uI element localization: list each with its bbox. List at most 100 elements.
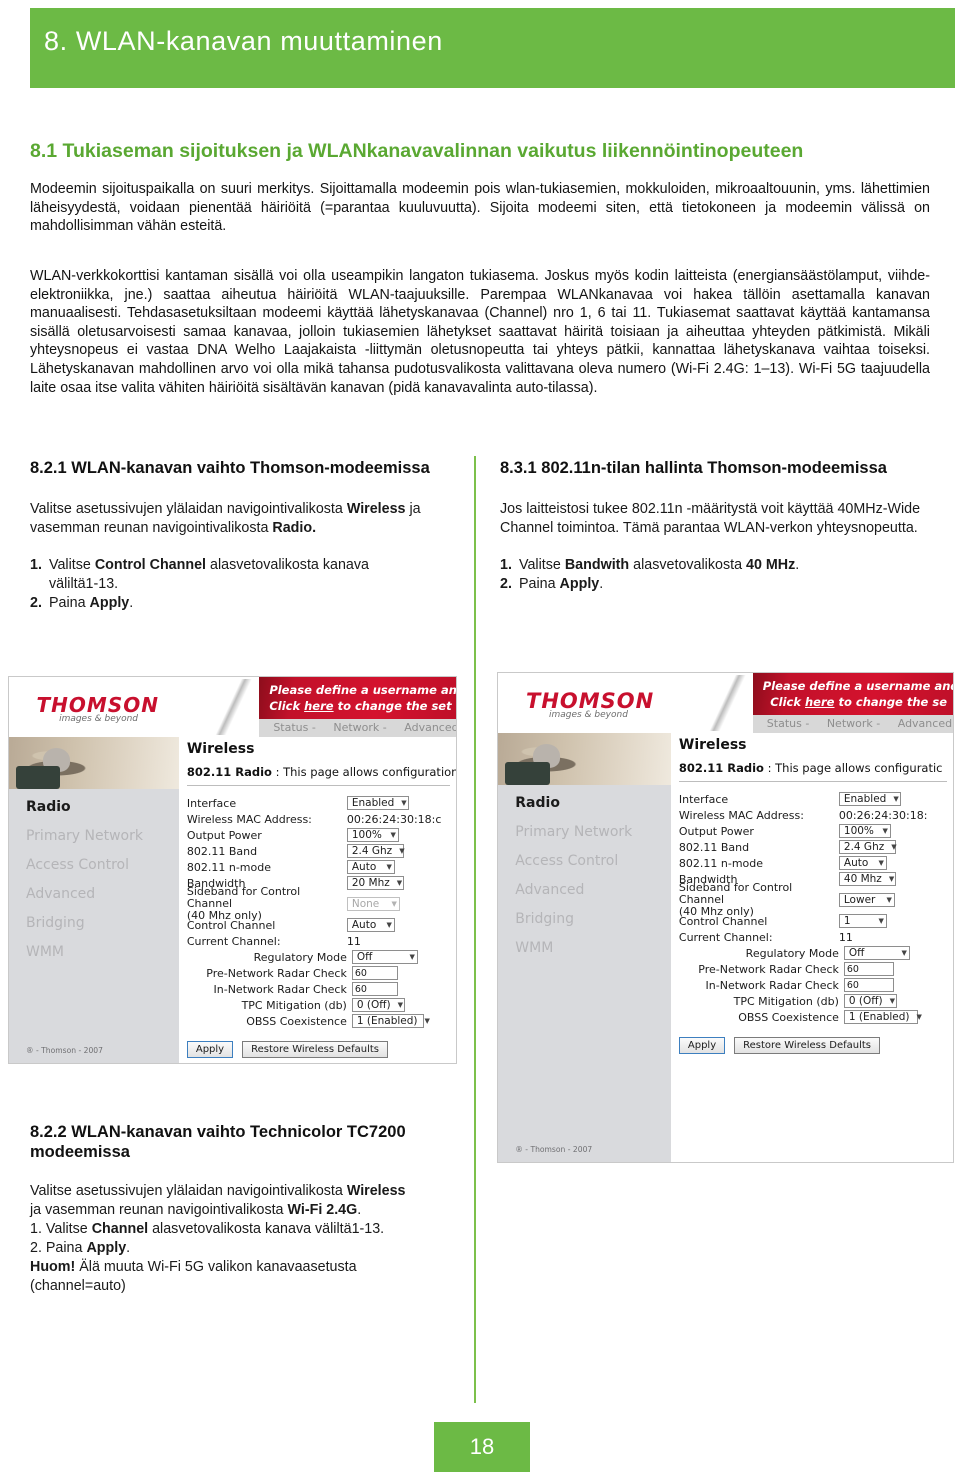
section-821-intro-a: Valitse asetussivujen ylälaidan navigoin… bbox=[30, 501, 347, 517]
field-value: Auto ▼ bbox=[838, 856, 887, 870]
section-831-step-2: 2. Paina Apply. bbox=[500, 575, 940, 594]
select-tpc-mitigation-db[interactable]: 0 (Off) ▼ bbox=[843, 994, 897, 1008]
select-obss-coexistence[interactable]: 1 (Enabled) ▼ bbox=[843, 1010, 922, 1024]
select-obss-coexistence[interactable]: 1 (Enabled) ▼ bbox=[351, 1014, 430, 1028]
sidebar-item-wmm[interactable]: WMM bbox=[515, 940, 664, 956]
select-regulatory-mode[interactable]: Off ▼ bbox=[843, 946, 910, 960]
form-row: Current Channel: 11 bbox=[679, 929, 953, 945]
select-802-11-n-mode[interactable]: Auto ▼ bbox=[346, 860, 395, 874]
warning-banner-left: Please define a username and passwo Clic… bbox=[259, 677, 456, 719]
step-text-bold-1: Bandwith bbox=[564, 557, 630, 573]
field-value: 60 bbox=[843, 962, 894, 976]
router-form-left: Interface Enabled ▼ Wireless MAC Address: 00… bbox=[187, 795, 456, 1029]
field-value: Auto ▼ bbox=[346, 918, 395, 932]
field-value: Enabled ▼ bbox=[346, 796, 409, 810]
select-regulatory-mode[interactable]: Off ▼ bbox=[351, 950, 418, 964]
select-output-power[interactable]: 100% ▼ bbox=[838, 824, 891, 838]
field-value: Enabled ▼ bbox=[838, 792, 901, 806]
line-a: 1. Valitse bbox=[30, 1221, 92, 1237]
field-label: In-Network Radar Check bbox=[705, 978, 839, 992]
section-831-steps: 1. Valitse Bandwith alasvetovalikosta 40… bbox=[500, 556, 940, 594]
sidebar-item-bridging[interactable]: Bridging bbox=[26, 915, 172, 931]
sidebar-item-radio[interactable]: Radio bbox=[26, 799, 172, 815]
select-control-channel[interactable]: 1 ▼ bbox=[838, 914, 887, 928]
nav-advanced[interactable]: Advanced - bbox=[404, 721, 456, 734]
select-tpc-mitigation-db[interactable]: 0 (Off) ▼ bbox=[351, 998, 405, 1012]
select-sideband-for-control-channel-40-mhz-only[interactable]: Lower ▼ bbox=[838, 893, 895, 907]
section-822-block: 8.2.2 WLAN-kanavan vaihto Technicolor TC… bbox=[30, 1122, 460, 1296]
restore-wireless-defaults-button[interactable]: Restore Wireless Defaults bbox=[242, 1041, 388, 1058]
banner-line-2: Click here to change the set bbox=[269, 698, 452, 714]
restore-wireless-defaults-button[interactable]: Restore Wireless Defaults bbox=[734, 1037, 881, 1054]
nav-network[interactable]: Network - bbox=[333, 721, 386, 734]
nav-advanced[interactable]: Advanced - bbox=[898, 717, 953, 730]
nav-status[interactable]: Status - bbox=[273, 721, 316, 734]
banner-text-b: to change the se bbox=[834, 695, 947, 709]
field-label: TPC Mitigation (db) bbox=[241, 998, 347, 1012]
select-interface[interactable]: Enabled ▼ bbox=[838, 792, 901, 806]
router-page-title: Wireless bbox=[678, 737, 747, 753]
line-b: . bbox=[126, 1240, 131, 1256]
input-in-network-radar-check[interactable]: 60 bbox=[351, 982, 398, 996]
divider-line bbox=[186, 785, 450, 786]
banner-here-link[interactable]: here bbox=[805, 695, 834, 709]
apply-button[interactable]: Apply bbox=[186, 1041, 234, 1058]
divider-line bbox=[678, 781, 947, 782]
nav-status[interactable]: Status - bbox=[767, 717, 810, 730]
value-current-channel: 11 bbox=[346, 934, 361, 948]
value-current-channel: 11 bbox=[838, 930, 853, 944]
input-in-network-radar-check[interactable]: 60 bbox=[843, 978, 894, 992]
select-802-11-band[interactable]: 2.4 Ghz ▼ bbox=[838, 840, 897, 854]
select-interface[interactable]: Enabled ▼ bbox=[346, 796, 409, 810]
sidebar-item-primary-network[interactable]: Primary Network bbox=[26, 828, 172, 844]
form-row: TPC Mitigation (db) 0 (Off) ▼ bbox=[187, 997, 456, 1013]
form-row: Pre-Network Radar Check 60 bbox=[679, 961, 953, 977]
field-label: Pre-Network Radar Check bbox=[698, 962, 839, 976]
field-value: 1 (Enabled) ▼ bbox=[351, 1014, 430, 1028]
select-bandwidth[interactable]: 20 Mhz ▼ bbox=[346, 876, 404, 890]
thomson-tagline: images & beyond bbox=[59, 714, 139, 724]
field-value: 1 (Enabled) ▼ bbox=[843, 1010, 922, 1024]
sidebar-item-bridging[interactable]: Bridging bbox=[515, 911, 664, 927]
nav-network[interactable]: Network - bbox=[827, 717, 880, 730]
sidebar-item-primary-network[interactable]: Primary Network bbox=[515, 824, 664, 840]
select-output-power[interactable]: 100% ▼ bbox=[346, 828, 399, 842]
chevron-down-icon: ▼ bbox=[901, 949, 907, 957]
select-bandwidth[interactable]: 40 Mhz ▼ bbox=[838, 872, 896, 886]
input-pre-network-radar-check[interactable]: 60 bbox=[351, 966, 398, 980]
form-row: OBSS Coexistence 1 (Enabled) ▼ bbox=[679, 1009, 953, 1025]
form-row: Pre-Network Radar Check 60 bbox=[187, 965, 456, 981]
chapter-title: 8. WLAN-kanavan muuttaminen bbox=[44, 26, 443, 56]
field-value: 2.4 Ghz ▼ bbox=[838, 840, 897, 854]
input-pre-network-radar-check[interactable]: 60 bbox=[843, 962, 894, 976]
banner-text-b: to change the set bbox=[333, 699, 452, 713]
sidebar-item-wmm[interactable]: WMM bbox=[26, 944, 172, 960]
sidebar-copyright: ® - Thomson - 2007 bbox=[25, 1046, 103, 1055]
router-button-row-left: Apply Restore Wireless Defaults bbox=[186, 1041, 456, 1058]
field-label: Wireless MAC Address: bbox=[678, 808, 804, 822]
banner-here-link[interactable]: here bbox=[304, 699, 333, 713]
sidebar-copyright: ® - Thomson - 2007 bbox=[515, 1145, 593, 1154]
field-value: 0 (Off) ▼ bbox=[351, 998, 405, 1012]
section-81-paragraph-2: WLAN-verkkokorttisi kantaman sisällä voi… bbox=[30, 268, 930, 396]
sidebar-item-access-control[interactable]: Access Control bbox=[26, 857, 172, 873]
sidebar-item-advanced[interactable]: Advanced bbox=[515, 882, 664, 898]
field-label: Regulatory Mode bbox=[745, 946, 839, 960]
select-802-11-band[interactable]: 2.4 Ghz ▼ bbox=[346, 844, 405, 858]
sidebar-item-advanced[interactable]: Advanced bbox=[26, 886, 172, 902]
sidebar-item-radio[interactable]: Radio bbox=[515, 795, 664, 811]
step-text-b: . bbox=[129, 595, 134, 611]
field-label: Output Power bbox=[186, 828, 262, 842]
value-wireless-mac-address: 00:26:24:30:18: bbox=[838, 808, 928, 822]
select-value: Off bbox=[848, 947, 865, 959]
field-value: 100% ▼ bbox=[838, 824, 891, 838]
field-value: 00:26:24:30:18: bbox=[839, 809, 928, 822]
apply-button[interactable]: Apply bbox=[678, 1037, 726, 1054]
form-row: In-Network Radar Check 60 bbox=[187, 981, 456, 997]
sidebar-item-access-control[interactable]: Access Control bbox=[515, 853, 664, 869]
select-control-channel[interactable]: Auto ▼ bbox=[346, 918, 395, 932]
select-802-11-n-mode[interactable]: Auto ▼ bbox=[838, 856, 887, 870]
router-sidebar-left: Radio Primary Network Access Control Adv… bbox=[9, 737, 179, 1063]
form-row: Interface Enabled ▼ bbox=[187, 795, 456, 811]
form-row: Sideband for Control Channel (40 Mhz only… bbox=[679, 882, 953, 918]
